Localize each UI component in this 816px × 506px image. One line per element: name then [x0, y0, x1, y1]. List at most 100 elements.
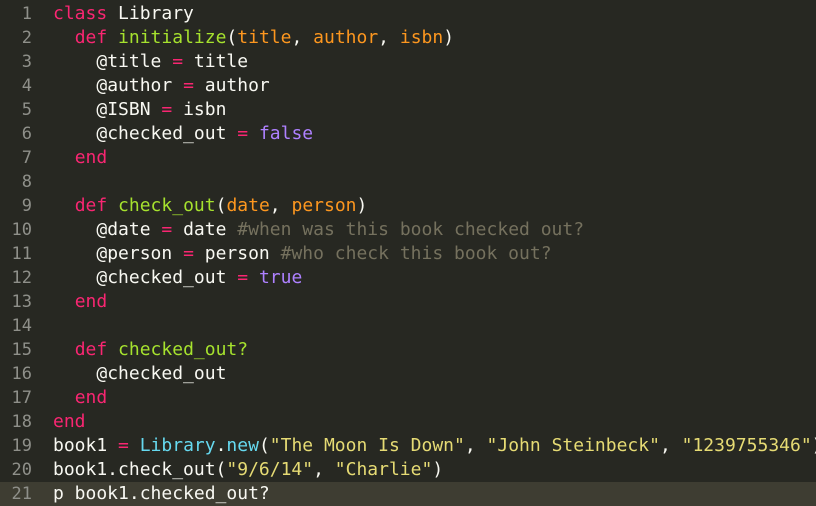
line-number: 20	[11, 460, 32, 480]
code-token: "1239755346"	[681, 435, 812, 456]
code-token: .	[215, 435, 227, 456]
code-line[interactable]: 13 end	[0, 290, 816, 314]
line-number: 14	[11, 316, 32, 336]
code-token: author	[313, 27, 379, 48]
code-token: def	[74, 27, 108, 48]
code-token: new	[226, 435, 259, 456]
code-line[interactable]: 15 def checked_out?	[0, 338, 816, 362]
code-token: (	[226, 27, 238, 48]
code-token: =	[118, 435, 129, 456]
code-token: end	[53, 411, 86, 432]
line-number: 17	[11, 388, 32, 408]
code-token: book1.check_out(	[53, 459, 227, 480]
code-line[interactable]: 9 def check_out(date, person)	[0, 194, 816, 218]
code-token: =	[161, 219, 173, 240]
code-token: =	[237, 267, 249, 288]
code-token: title	[183, 51, 249, 72]
code-text: def check_out(date, person)	[53, 194, 368, 218]
code-line[interactable]: 14	[0, 314, 816, 338]
code-line[interactable]: 16 @checked_out	[0, 362, 816, 386]
code-token: =	[183, 75, 194, 96]
code-line[interactable]: 7 end	[0, 146, 816, 170]
code-token: =	[183, 243, 194, 264]
code-token: "9/6/14"	[226, 459, 314, 480]
code-line[interactable]: 18 end	[0, 410, 816, 434]
code-text: @author = author	[53, 74, 269, 98]
code-editor[interactable]: 1 class Library 2 def initialize(title, au…	[0, 0, 816, 506]
code-text: @title = title	[53, 50, 248, 74]
code-token: @checked_out	[96, 363, 227, 384]
code-text: book1.check_out("9/6/14", "Charlie")	[53, 458, 443, 482]
line-number: 16	[11, 364, 32, 384]
line-number: 3	[21, 52, 32, 72]
code-text: p book1.checked_out?	[53, 482, 270, 506]
code-token: end	[74, 387, 108, 408]
code-token: checked_out?	[118, 339, 249, 360]
code-line[interactable]: 19 book1 = Library.new("The Moon Is Down"…	[0, 434, 816, 458]
code-line[interactable]: 21 p book1.checked_out?	[0, 482, 816, 506]
code-line[interactable]: 4 @author = author	[0, 74, 816, 98]
code-line[interactable]: 2 def initialize(title, author, isbn)	[0, 26, 816, 50]
code-token: end	[74, 147, 108, 168]
code-text: @date = date #when was this book checked…	[53, 218, 584, 242]
code-line[interactable]: 17 end	[0, 386, 816, 410]
code-token: Library	[107, 3, 194, 24]
code-token: isbn	[172, 99, 227, 120]
code-token: Library	[139, 435, 216, 456]
code-line[interactable]: 12 @checked_out = true	[0, 266, 816, 290]
code-token: ,	[659, 435, 682, 456]
code-token: @checked_out	[96, 267, 238, 288]
code-token: person	[193, 243, 281, 264]
line-number: 13	[11, 292, 32, 312]
code-token: #when was this book checked out?	[237, 219, 585, 240]
line-number: 19	[11, 436, 32, 456]
code-token: =	[237, 123, 249, 144]
code-text: end	[53, 386, 108, 410]
code-line[interactable]: 3 @title = title	[0, 50, 816, 74]
code-text: @person = person #who check this book ou…	[53, 242, 552, 266]
code-text: @checked_out = false	[53, 122, 313, 146]
code-token: false	[258, 123, 314, 144]
code-line[interactable]: 10 @date = date #when was this book chec…	[0, 218, 816, 242]
line-number: 7	[21, 148, 32, 168]
code-token: def	[74, 339, 108, 360]
code-token: initialize	[118, 27, 227, 48]
code-token: ,	[464, 435, 487, 456]
code-token: )	[432, 459, 444, 480]
line-number: 6	[21, 124, 32, 144]
code-token: date	[226, 195, 270, 216]
code-token: class	[53, 3, 108, 24]
code-text: end	[53, 146, 108, 170]
code-token: ,	[291, 27, 314, 48]
code-token: ,	[269, 195, 292, 216]
code-token: p book1.checked_out?	[53, 483, 270, 504]
code-token: @person	[96, 243, 184, 264]
code-text: end	[53, 290, 108, 314]
code-area[interactable]: 1 class Library 2 def initialize(title, au…	[0, 2, 816, 506]
code-text: def initialize(title, author, isbn)	[53, 26, 454, 50]
code-line[interactable]: 1 class Library	[0, 2, 816, 26]
code-token: )	[443, 27, 455, 48]
code-line[interactable]: 8	[0, 170, 816, 194]
code-line[interactable]: 20 book1.check_out("9/6/14", "Charlie")	[0, 458, 816, 482]
code-line[interactable]: 11 @person = person #who check this book…	[0, 242, 816, 266]
code-token: #who check this book out?	[280, 243, 552, 264]
code-token: book1	[53, 435, 119, 456]
code-token: (	[215, 195, 227, 216]
code-line[interactable]: 5 @ISBN = isbn	[0, 98, 816, 122]
code-line[interactable]: 6 @checked_out = false	[0, 122, 816, 146]
code-token: )	[812, 435, 816, 456]
code-text: @checked_out	[53, 362, 226, 386]
code-token: @title	[96, 51, 173, 72]
code-token: ,	[313, 459, 335, 480]
code-token: (	[258, 435, 270, 456]
code-text: end	[53, 410, 86, 434]
code-token: @ISBN	[96, 99, 162, 120]
code-token: end	[74, 291, 108, 312]
code-text: def checked_out?	[53, 338, 248, 362]
code-text: book1 = Library.new("The Moon Is Down", …	[53, 434, 816, 458]
